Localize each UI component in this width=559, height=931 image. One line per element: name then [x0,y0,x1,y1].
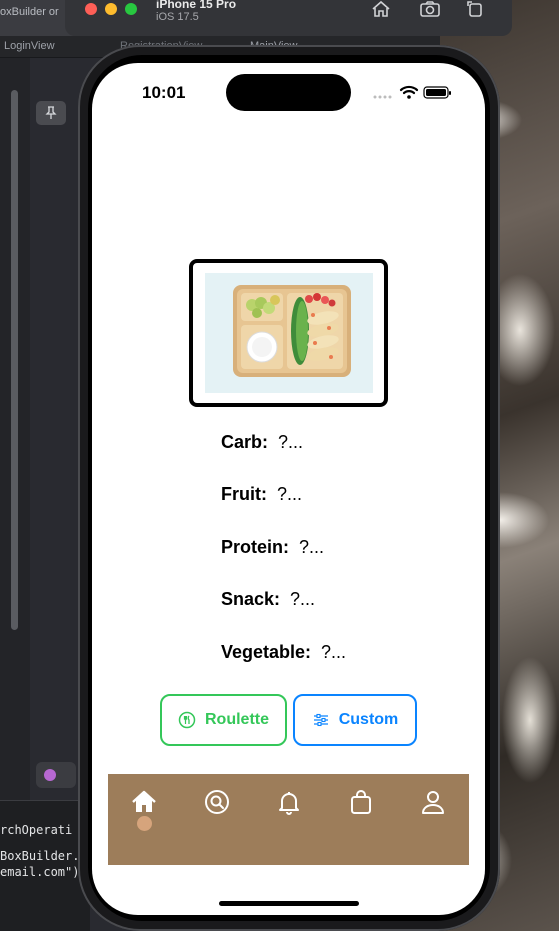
debug-button[interactable] [36,762,76,788]
rotate-icon[interactable] [466,0,488,20]
app-screen: 10:01 Carb: ?... Fruit: ?... Protein: ?.… [92,63,485,915]
home-icon[interactable] [371,0,393,20]
screenshot-icon[interactable] [419,0,441,20]
cellular-icon [373,95,392,99]
console-line: rchOperati [0,823,73,837]
status-bar-icons [373,85,451,99]
vegetable-row: Vegetable:?... [221,642,346,663]
tab-bar [108,774,469,865]
zoom-window-button[interactable] [125,3,137,15]
fork-knife-icon [178,711,196,729]
console-line: BoxBuilder. [0,849,80,863]
bag-icon[interactable] [347,788,375,816]
simulator-device-name: iPhone 15 Pro [156,0,237,11]
food-image-frame[interactable] [189,259,388,407]
fruit-row: Fruit:?... [221,484,302,505]
battery-icon [423,86,451,99]
simulator-os-version: iOS 17.5 [156,11,199,23]
dynamic-island [226,74,351,111]
status-bar-time: 10:01 [142,83,186,102]
minimize-window-button[interactable] [105,3,117,15]
console-line: email.com") [0,865,80,879]
roulette-button-label: Roulette [205,711,269,728]
debug-icon [44,769,56,781]
close-window-button[interactable] [85,3,97,15]
fruit-label: Fruit: [221,484,267,504]
vegetable-label: Vegetable: [221,642,312,662]
xcode-scrollbar[interactable] [11,90,18,630]
sliders-icon [312,711,330,729]
snack-value: ?... [290,589,316,609]
console-area: rchOperati BoxBuilder. email.com") [0,800,90,931]
carb-label: Carb: [221,432,269,452]
custom-button[interactable]: Custom [293,694,417,746]
fruit-value: ?... [276,484,302,504]
snack-row: Snack:?... [221,589,315,610]
xcode-tab-loginview[interactable]: LoginView [4,40,55,52]
home-indicator[interactable] [219,901,359,906]
home-icon[interactable] [130,788,158,816]
wifi-icon [399,85,419,99]
xcode-window-title: oxBuilder or [0,6,59,18]
custom-button-label: Custom [338,711,399,728]
selected-tab-indicator [137,816,152,831]
profile-icon[interactable] [419,788,447,816]
carb-row: Carb:?... [221,432,303,453]
protein-value: ?... [299,537,325,557]
pin-icon[interactable] [36,101,66,125]
search-icon[interactable] [203,788,231,816]
bell-icon[interactable] [275,788,303,816]
protein-row: Protein:?... [221,537,324,558]
protein-label: Protein: [221,537,290,557]
carb-value: ?... [278,432,304,452]
vegetable-value: ?... [321,642,347,662]
roulette-button[interactable]: Roulette [160,694,287,746]
snack-label: Snack: [221,589,281,609]
simulator-titlebar: iPhone 15 Pro iOS 17.5 [65,0,512,36]
bento-box-image [205,273,373,393]
